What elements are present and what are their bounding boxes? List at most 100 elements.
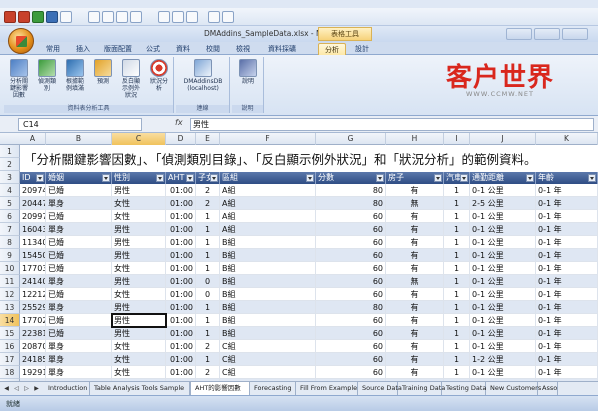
column-header-e[interactable]: E xyxy=(196,133,220,145)
table-cell[interactable]: 60 xyxy=(316,314,386,327)
table-cell[interactable]: 01:00 xyxy=(166,301,196,314)
preview-icon[interactable] xyxy=(130,11,142,23)
table-cell[interactable]: 01:00 xyxy=(166,340,196,353)
filter-dropdown-icon[interactable] xyxy=(186,174,194,182)
table-cell[interactable]: 男性 xyxy=(112,275,166,288)
sheet-tab[interactable]: New Customers xyxy=(486,382,541,395)
table-cell[interactable]: 1 xyxy=(196,210,220,223)
sheet-tab[interactable]: Source Data xyxy=(358,382,402,395)
table-cell[interactable]: 有 xyxy=(386,184,444,197)
sheet-tab[interactable]: Testing Data xyxy=(442,382,486,395)
table-cell[interactable]: 0 xyxy=(196,275,220,288)
table-cell[interactable]: 1 xyxy=(444,288,470,301)
row-header[interactable]: 2 xyxy=(0,158,20,171)
first-sheet-icon[interactable]: ◀ xyxy=(2,384,11,393)
table-cell[interactable]: 有 xyxy=(386,236,444,249)
table-header-cell[interactable]: 通勤距離 xyxy=(470,172,536,184)
table-cell[interactable]: 60 xyxy=(316,275,386,288)
table-cell[interactable]: 無 xyxy=(386,197,444,210)
table-cell[interactable]: 男性 xyxy=(112,223,166,236)
tab-review[interactable]: 校閱 xyxy=(200,43,226,55)
table-cell[interactable]: 已婚 xyxy=(46,236,112,249)
table-cell[interactable]: 1 xyxy=(196,262,220,275)
save-icon[interactable] xyxy=(102,11,114,23)
table-cell[interactable]: 已婚 xyxy=(46,210,112,223)
filter-dropdown-icon[interactable] xyxy=(460,174,468,182)
table-cell[interactable]: 單身 xyxy=(46,340,112,353)
row-header[interactable]: 17 xyxy=(0,353,20,366)
table-header-cell[interactable]: 婚姻 xyxy=(46,172,112,184)
table-cell[interactable]: 有 xyxy=(386,262,444,275)
table-cell[interactable]: 1 xyxy=(444,262,470,275)
table-header-cell[interactable]: ID xyxy=(20,172,46,184)
sheet-tab[interactable]: Fill From Example xyxy=(296,382,358,395)
table-cell[interactable]: 有 xyxy=(386,288,444,301)
table-cell[interactable]: 01:00 xyxy=(166,275,196,288)
table-cell[interactable]: 01:00 xyxy=(166,210,196,223)
sheet-tab[interactable]: Introduction xyxy=(44,382,90,395)
table-cell[interactable]: 60 xyxy=(316,340,386,353)
filter-dropdown-icon[interactable] xyxy=(156,174,164,182)
column-header-j[interactable]: J xyxy=(470,133,536,145)
table-cell[interactable]: 0-1 年 xyxy=(536,184,598,197)
table-cell[interactable]: 有 xyxy=(386,314,444,327)
close-button[interactable] xyxy=(562,28,588,40)
table-cell[interactable]: 0-1 公里 xyxy=(470,366,536,379)
maximize-button[interactable] xyxy=(534,28,560,40)
prev-sheet-icon[interactable]: ◁ xyxy=(12,384,21,393)
table-icon[interactable] xyxy=(186,11,198,23)
row-header[interactable]: 8 xyxy=(0,236,20,249)
sheet-tab[interactable]: AHT的影響因數 xyxy=(190,382,250,395)
table-cell[interactable]: 0-1 年 xyxy=(536,275,598,288)
worksheet[interactable]: ABCDEFGHIJK 「分析關鍵影響因數」、「偵測類別目錄」、「反白顯示例外狀… xyxy=(0,133,598,381)
table-cell[interactable]: 1 xyxy=(444,249,470,262)
table-cell[interactable]: 已婚 xyxy=(46,327,112,340)
row-header[interactable]: 14 xyxy=(0,314,20,327)
table-cell[interactable]: 01:00 xyxy=(166,236,196,249)
table-cell[interactable]: 20997 xyxy=(20,210,46,223)
table-cell[interactable]: 0-1 年 xyxy=(536,262,598,275)
next-sheet-icon[interactable]: ▷ xyxy=(22,384,31,393)
table-cell[interactable]: 1 xyxy=(444,184,470,197)
table-cell[interactable]: 有 xyxy=(386,327,444,340)
table-cell[interactable]: 1 xyxy=(444,197,470,210)
column-header-i[interactable]: I xyxy=(444,133,470,145)
name-box[interactable]: C14 xyxy=(18,118,142,131)
minimize-button[interactable] xyxy=(506,28,532,40)
table-cell[interactable]: 0 xyxy=(196,288,220,301)
filter-dropdown-icon[interactable] xyxy=(588,174,596,182)
column-header-g[interactable]: G xyxy=(316,133,386,145)
table-cell[interactable]: 01:00 xyxy=(166,223,196,236)
detect-categories-button[interactable]: 偵測類別 xyxy=(36,59,58,92)
row-header[interactable]: 16 xyxy=(0,340,20,353)
table-cell[interactable]: 0-1 年 xyxy=(536,197,598,210)
table-cell[interactable]: 1 xyxy=(444,236,470,249)
table-cell[interactable]: B組 xyxy=(220,314,316,327)
table-cell[interactable]: 0-1 年 xyxy=(536,301,598,314)
filter-dropdown-icon[interactable] xyxy=(102,174,110,182)
table-cell[interactable]: 1 xyxy=(444,366,470,379)
table-cell[interactable]: 0-1 公里 xyxy=(470,340,536,353)
grid-icon[interactable] xyxy=(158,11,170,23)
table-cell[interactable]: 2-5 公里 xyxy=(470,197,536,210)
table-cell[interactable]: 0-1 年 xyxy=(536,340,598,353)
table-cell[interactable]: 男性 xyxy=(112,236,166,249)
window-icon[interactable] xyxy=(208,11,220,23)
sheet-tab[interactable]: Table Analysis Tools Sample xyxy=(90,382,190,395)
refresh-icon[interactable] xyxy=(60,11,72,23)
table-cell[interactable]: 1 xyxy=(196,223,220,236)
table-cell[interactable]: 女性 xyxy=(112,353,166,366)
table-cell[interactable]: 24140 xyxy=(20,275,46,288)
filter-dropdown-icon[interactable] xyxy=(210,174,218,182)
table-cell[interactable]: 男性 xyxy=(112,314,166,327)
table-cell[interactable]: 1 xyxy=(444,301,470,314)
table-cell[interactable]: 0-1 公里 xyxy=(470,288,536,301)
table-cell[interactable]: 1 xyxy=(196,236,220,249)
sheet-tab[interactable]: Training Data xyxy=(398,382,445,395)
column-header-k[interactable]: K xyxy=(536,133,598,145)
row-header[interactable]: 11 xyxy=(0,275,20,288)
table-cell[interactable]: 0-1 公里 xyxy=(470,184,536,197)
table-cell[interactable]: A組 xyxy=(220,223,316,236)
tab-insert[interactable]: 插入 xyxy=(70,43,96,55)
table-cell[interactable]: C組 xyxy=(220,366,316,379)
